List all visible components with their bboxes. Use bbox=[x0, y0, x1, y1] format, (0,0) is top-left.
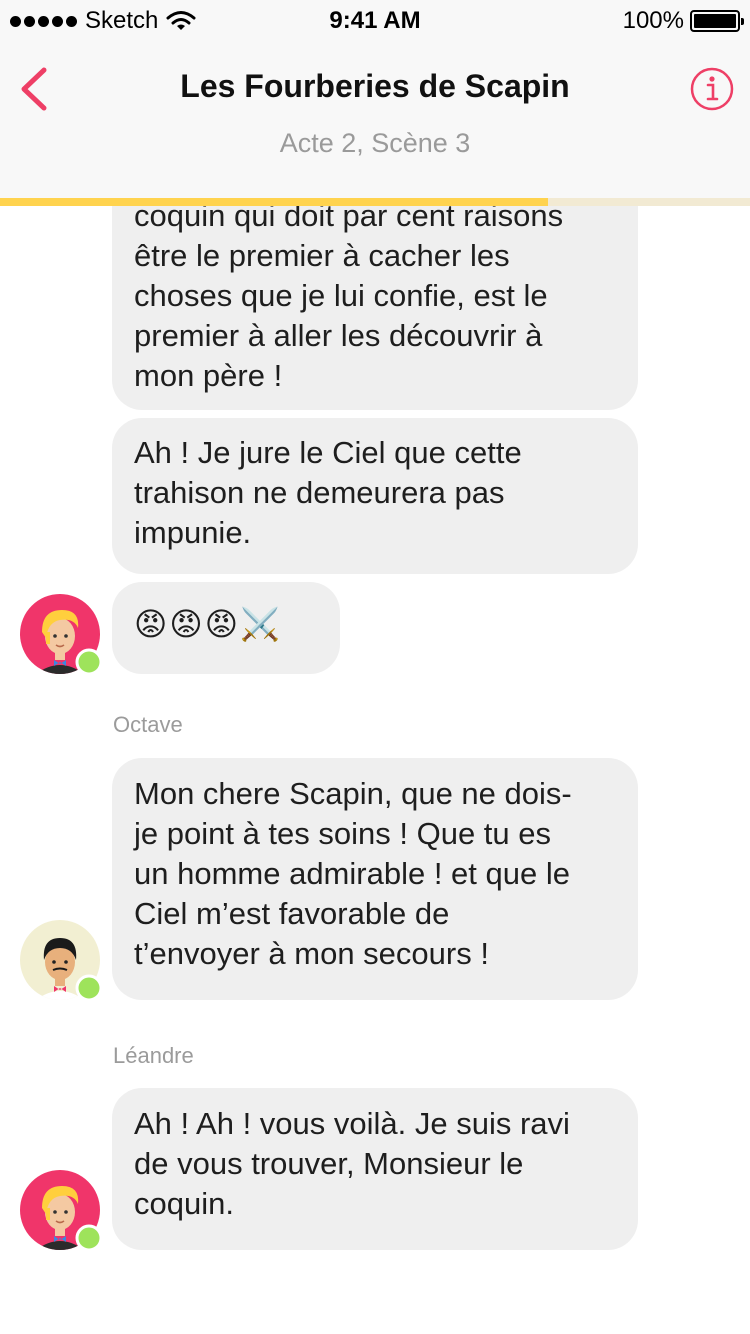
message-bubble[interactable]: Mon chere Scapin, que ne dois- je point … bbox=[112, 758, 638, 1000]
sender-name: Léandre bbox=[113, 1043, 194, 1068]
emoji-message: 😡😡😡⚔️ bbox=[134, 606, 282, 642]
message-text: coquin qui doit par cent raisons être le… bbox=[134, 198, 564, 393]
message-bubble[interactable]: Ah ! Ah ! vous voilà. Je suis ravi de vo… bbox=[112, 1088, 638, 1250]
reading-progress-bar bbox=[0, 198, 750, 206]
avatar-leandre[interactable] bbox=[20, 594, 103, 676]
message-text: Mon chere Scapin, que ne dois- je point … bbox=[134, 776, 572, 971]
message-text: Ah ! Ah ! vous voilà. Je suis ravi de vo… bbox=[134, 1106, 570, 1221]
reading-progress-fill bbox=[0, 198, 548, 206]
avatar-octave[interactable] bbox=[20, 920, 103, 1002]
info-button[interactable] bbox=[690, 67, 734, 111]
message-bubble[interactable]: 😡😡😡⚔️ bbox=[112, 582, 340, 674]
page-title: Les Fourberies de Scapin bbox=[180, 68, 570, 104]
message-bubble[interactable]: Ah ! Je jure le Ciel que cette trahison … bbox=[112, 418, 638, 574]
sender-name: Octave bbox=[113, 712, 183, 737]
avatar-leandre[interactable] bbox=[20, 1170, 103, 1252]
battery-icon bbox=[690, 10, 744, 32]
message-bubble[interactable]: coquin qui doit par cent raisons être le… bbox=[112, 170, 638, 410]
info-circle-icon bbox=[690, 67, 734, 111]
message-text: Ah ! Je jure le Ciel que cette trahison … bbox=[134, 435, 522, 550]
battery-percent: 100% bbox=[622, 7, 684, 34]
scene-subtitle: Acte 2, Scène 3 bbox=[279, 128, 471, 158]
battery-group: 100% bbox=[622, 7, 744, 35]
status-bar: Sketch 9:41 AM 100% bbox=[0, 0, 750, 40]
